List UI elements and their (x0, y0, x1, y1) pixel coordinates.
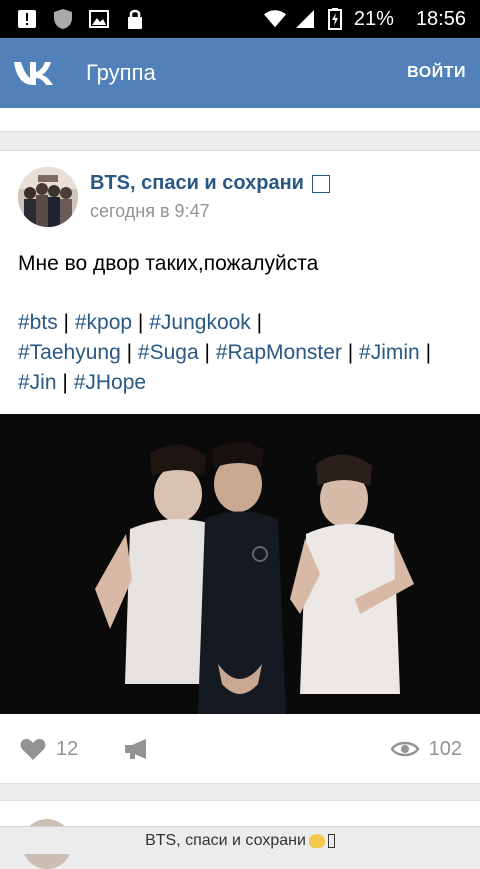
bottom-title-bar: BTS, спаси и сохрани (0, 826, 480, 854)
eye-icon (390, 741, 419, 757)
status-bar: 21% 18:56 (0, 0, 480, 38)
tag-separator: | (63, 311, 70, 334)
emoji-icon (308, 833, 325, 848)
megaphone-icon (125, 739, 147, 759)
battery-percent: 21% (353, 7, 394, 30)
like-button[interactable]: 12 (20, 737, 78, 761)
vk-logo-icon[interactable] (12, 58, 62, 88)
post-header[interactable]: BTS, спаси и сохрани сегодня в 9:47 (18, 167, 330, 227)
tag-separator: | (347, 341, 354, 364)
tag-separator: | (204, 341, 210, 364)
bottom-title: BTS, спаси и сохрани (145, 831, 306, 849)
wifi-icon (263, 8, 286, 30)
post-timestamp[interactable]: сегодня в 9:47 (90, 201, 330, 222)
post-text: Мне во двор таких,пожалуйста (18, 252, 319, 275)
hashtag-link[interactable]: #RapMonster (216, 341, 342, 364)
views-counter: 102 (390, 737, 462, 761)
tag-separator: | (137, 311, 144, 334)
image-icon (88, 8, 110, 30)
hashtag-link[interactable]: #Jungkook (149, 311, 251, 334)
hashtag-link[interactable]: #JHope (74, 371, 146, 394)
previous-post-stub (0, 108, 480, 132)
post-hashtags: #bts | #kpop | #Jungkook | #Taehyung | #… (18, 308, 468, 398)
top-app-bar: Группа ВОЙТИ (0, 38, 480, 108)
group-name-link[interactable]: BTS, спаси и сохрани (90, 172, 330, 195)
tag-separator: | (126, 341, 133, 364)
hashtag-link[interactable]: #Taehyung (18, 341, 121, 364)
hashtag-link[interactable]: #kpop (75, 311, 132, 334)
group-avatar[interactable] (18, 167, 78, 227)
login-button[interactable]: ВОЙТИ (407, 64, 466, 82)
tag-separator: | (256, 311, 263, 334)
hashtag-link[interactable]: #bts (18, 311, 58, 334)
battery-icon (324, 8, 346, 30)
page-title: Группа (86, 60, 156, 85)
post-photo[interactable] (0, 414, 480, 714)
shield-icon (52, 8, 74, 30)
wall-post: BTS, спаси и сохрани сегодня в 9:47 Мне … (0, 150, 480, 784)
emoji-placeholder-icon (327, 833, 335, 848)
clock: 18:56 (415, 7, 466, 30)
tag-separator: | (425, 341, 432, 364)
like-count: 12 (56, 737, 79, 760)
signal-icon (294, 8, 316, 30)
alert-icon (16, 8, 38, 30)
hashtag-link[interactable]: #Jin (18, 371, 57, 394)
tag-separator: | (62, 371, 68, 394)
lock-icon (124, 8, 146, 30)
views-count: 102 (428, 737, 462, 760)
hashtag-link[interactable]: #Suga (138, 341, 199, 364)
hashtag-link[interactable]: #Jimin (359, 341, 420, 364)
share-button[interactable] (124, 738, 150, 760)
heart-icon (20, 739, 46, 760)
emoji-placeholder-icon (311, 174, 330, 193)
post-actions: 12 102 (0, 714, 480, 784)
